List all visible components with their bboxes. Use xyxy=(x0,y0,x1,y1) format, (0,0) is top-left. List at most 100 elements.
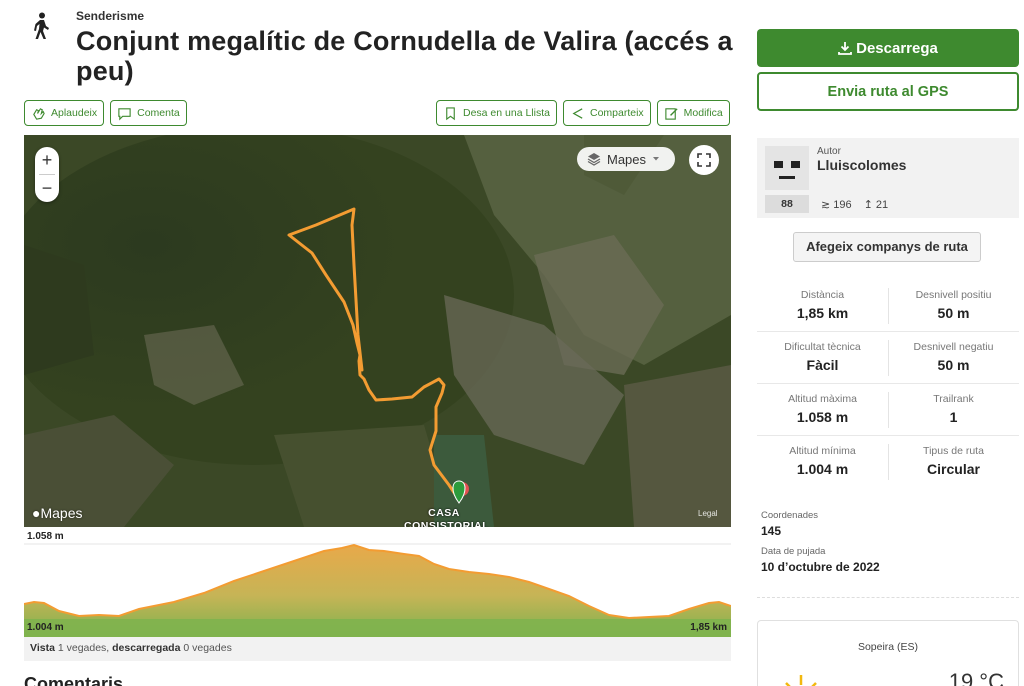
stat-label: Dificultat tècnica xyxy=(784,341,861,353)
apple-maps-logo: ●Mapes xyxy=(32,505,83,521)
zoom-control: + − xyxy=(35,147,59,202)
route-meta: Coordenades 145 Data de pujada 10 d’octu… xyxy=(761,510,880,582)
chevron-down-icon xyxy=(653,157,660,161)
stat-value: 1,85 km xyxy=(796,305,849,321)
stat-label: Trailrank xyxy=(933,393,974,405)
followers-icon: ≳ xyxy=(821,199,831,211)
upload-date-value: 10 d’octubre de 2022 xyxy=(761,560,880,574)
stat-label: Desnivell positiu xyxy=(915,289,992,301)
stat-route-type: Tipus de ruta Circular xyxy=(888,436,1019,488)
stat-min-altitude: Altitud mínima 1.004 m xyxy=(757,436,888,488)
upload-date-label: Data de pujada xyxy=(761,546,826,557)
stats-row: Dificultat tècnica Fàcil Desnivell negati… xyxy=(757,332,1019,384)
page-title: Conjunt megalític de Cornudella de Valir… xyxy=(76,26,733,86)
stat-label: Desnivell negatiu xyxy=(913,341,994,353)
save-to-list-button[interactable]: Desa en una Llista xyxy=(436,100,557,126)
stat-label: Altitud màxima xyxy=(788,393,857,405)
layers-icon xyxy=(587,153,601,166)
following-count: 21 xyxy=(875,199,889,211)
max-elevation-label: 1.058 m xyxy=(27,531,64,542)
map-place-label: CASA CONSISTORIAL xyxy=(404,507,490,527)
coordinates-value: 145 xyxy=(761,524,782,538)
followers-stat[interactable]: ≳ 196 xyxy=(821,198,852,211)
downloads-count: 0 vegades xyxy=(183,642,232,654)
bookmark-icon xyxy=(446,106,455,120)
weather-temperature: 19 °C xyxy=(948,669,1004,686)
following-stat[interactable]: ↥ 21 xyxy=(864,198,889,211)
share-icon xyxy=(572,107,583,119)
stat-elevation-loss: Desnivell negatiu 50 m xyxy=(888,332,1019,383)
view-stats: Vista 1 vegades, descarregada 0 vegades xyxy=(24,637,731,661)
stat-label: Altitud mínima xyxy=(789,445,856,457)
comment-label: Comenta xyxy=(137,107,180,119)
download-label: Descarrega xyxy=(856,39,938,57)
route-actions: Desa en una Llista Comparteix Modifica xyxy=(436,100,730,126)
stats-row: Altitud màxima 1.058 m Trailrank 1 xyxy=(757,384,1019,436)
stat-value: 1.058 m xyxy=(796,409,849,425)
author-name[interactable]: Lluiscolomes xyxy=(817,157,906,173)
add-companions-button[interactable]: Afegeix companys de ruta xyxy=(793,232,981,262)
edit-button[interactable]: Modifica xyxy=(656,100,730,126)
comment-button[interactable]: Comenta xyxy=(110,100,187,126)
share-label: Comparteix xyxy=(589,107,644,119)
download-button[interactable]: Descarrega xyxy=(757,29,1019,67)
satellite-imagery xyxy=(24,135,731,527)
zoom-in-button[interactable]: + xyxy=(42,147,53,174)
map-type-selector[interactable]: Mapes xyxy=(577,147,675,171)
legal-link[interactable]: Legal xyxy=(698,509,718,518)
stat-value: Fàcil xyxy=(806,357,839,373)
coordinates-label: Coordenades xyxy=(761,510,819,521)
route-map[interactable]: + − Mapes ●Mapes Legal CASA CONSISTORIAL xyxy=(24,135,731,527)
download-icon xyxy=(838,42,853,55)
stat-value: Circular xyxy=(927,461,980,477)
stat-difficulty: Dificultat tècnica Fàcil xyxy=(757,332,888,383)
applaud-button[interactable]: Aplaudeix xyxy=(24,100,105,126)
stat-label: Distància xyxy=(800,289,845,301)
send-to-gps-button[interactable]: Envia ruta al GPS xyxy=(757,72,1019,111)
author-label: Autor xyxy=(817,146,841,157)
zoom-out-button[interactable]: − xyxy=(42,175,53,202)
comment-icon xyxy=(118,107,131,120)
weather-location: Sopeira (ES) xyxy=(857,641,919,653)
stat-value: 1 xyxy=(949,409,958,425)
comments-heading: Comentaris xyxy=(24,674,124,686)
sun-icon xyxy=(785,675,817,686)
social-actions: Aplaudeix Comenta xyxy=(24,100,187,126)
views-count: 1 vegades, xyxy=(57,642,110,654)
downloads-label: descarregada xyxy=(112,642,181,654)
stat-elevation-gain: Desnivell positiu 50 m xyxy=(888,280,1019,331)
applaud-label: Aplaudeix xyxy=(51,107,98,119)
elevation-profile[interactable]: 1.058 m 1.004 m 1,85 km xyxy=(24,529,731,637)
stat-trailrank: Trailrank 1 xyxy=(888,384,1019,435)
section-divider xyxy=(757,597,1019,598)
route-stats: Distància 1,85 km Desnivell positiu 50 m D… xyxy=(757,280,1019,488)
edit-icon xyxy=(664,107,678,120)
min-elevation-label: 1.004 m xyxy=(27,622,64,633)
fullscreen-icon xyxy=(697,153,711,167)
stats-row: Distància 1,85 km Desnivell positiu 50 m xyxy=(757,280,1019,332)
author-follow-stats: ≳ 196 ↥ 21 xyxy=(821,198,888,211)
save-to-list-label: Desa en una Llista xyxy=(463,107,550,119)
stat-value: 50 m xyxy=(937,357,970,373)
weather-widget: Sopeira (ES) 19 °C xyxy=(757,620,1019,686)
stat-label: Tipus de ruta xyxy=(923,445,984,457)
map-type-label: Mapes xyxy=(607,151,647,167)
edit-label: Modifica xyxy=(683,107,723,119)
avatar[interactable] xyxy=(765,146,809,190)
stat-value: 50 m xyxy=(937,305,970,321)
distance-label: 1,85 km xyxy=(690,622,727,633)
clap-icon xyxy=(33,107,45,120)
stat-max-altitude: Altitud màxima 1.058 m xyxy=(757,384,888,435)
stat-distance: Distància 1,85 km xyxy=(757,280,888,331)
fullscreen-button[interactable] xyxy=(689,145,719,175)
hiker-icon xyxy=(34,12,49,39)
share-button[interactable]: Comparteix xyxy=(562,100,651,126)
followers-count: 196 xyxy=(833,199,852,211)
stats-row: Altitud mínima 1.004 m Tipus de ruta Circu… xyxy=(757,436,1019,488)
author-card: Autor Lluiscolomes 88 ≳ 196 ↥ 21 xyxy=(757,138,1019,218)
following-icon: ↥ xyxy=(863,199,873,211)
elevation-chart xyxy=(24,543,731,637)
stat-value: 1.004 m xyxy=(796,461,849,477)
views-label: Vista xyxy=(30,642,55,654)
apple-maps-label: Mapes xyxy=(40,505,83,521)
